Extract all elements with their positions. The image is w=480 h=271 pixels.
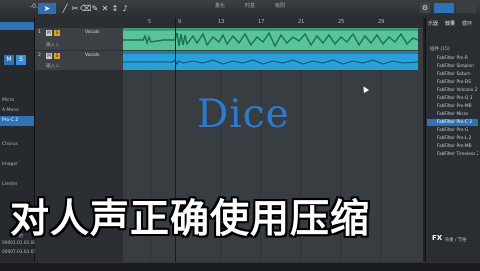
- bar-number: 29: [378, 19, 385, 25]
- browser-tab-instruments[interactable]: 乐器: [428, 20, 438, 27]
- track-number: 2: [38, 53, 41, 58]
- browse-button[interactable]: [456, 3, 476, 13]
- plugin-item[interactable]: FabFilter Pro-Q 3: [427, 95, 478, 102]
- plugin-item[interactable]: FabFilter Timeless 2: [427, 151, 478, 158]
- insert-slot-1[interactable]: Micro: [0, 96, 34, 106]
- video-caption: 对人声正确使用压缩: [10, 197, 371, 242]
- plugin-section-title[interactable]: 插件 (15): [430, 46, 450, 52]
- mute-button[interactable]: M: [46, 30, 52, 36]
- bar-number: 9: [178, 19, 182, 25]
- track-name[interactable]: Vocals: [85, 30, 99, 35]
- range-tool-icon[interactable]: ╱: [60, 3, 70, 14]
- insert-slot-3[interactable]: Pro-C 2: [0, 116, 34, 126]
- fx-sub-label: 效果 / 节拍: [445, 238, 467, 243]
- insert-slot-4[interactable]: Chorus: [0, 140, 34, 150]
- track-name[interactable]: Vocals: [85, 53, 99, 58]
- arrow-tool-icon[interactable]: ➤: [38, 3, 56, 14]
- plugin-item[interactable]: FabFilter Volcano 2: [427, 87, 478, 94]
- plugin-item-selected[interactable]: FabFilter Pro-C 2: [427, 119, 478, 126]
- track-number: 1: [38, 30, 41, 35]
- pencil-tool-icon[interactable]: ✎: [90, 3, 100, 14]
- browser-tab-loops[interactable]: 循环: [462, 20, 472, 27]
- insert-slot-5[interactable]: Imager: [0, 160, 34, 170]
- snap-label: 吸附: [275, 3, 286, 9]
- solo-button[interactable]: S: [54, 30, 60, 36]
- insert-slot-2[interactable]: A-Mono: [0, 106, 34, 116]
- plugin-item[interactable]: FabFilter Pro-G: [427, 127, 478, 134]
- waveform-1: [123, 28, 419, 48]
- bend-tool-icon[interactable]: ↕: [110, 3, 120, 14]
- track-input[interactable]: 输入 L: [46, 42, 59, 48]
- plugin-item[interactable]: FabFilter Pro-L 2: [427, 135, 478, 142]
- quantize-label: 量化: [215, 3, 226, 9]
- audio-clip-2[interactable]: [123, 51, 419, 70]
- mix-button[interactable]: [434, 3, 454, 13]
- plugin-item[interactable]: FabFilter Micro: [427, 111, 478, 118]
- settings-icon[interactable]: ⚙: [420, 3, 430, 13]
- solo-button[interactable]: S: [54, 53, 60, 59]
- plugin-item[interactable]: FabFilter Pro-MB: [427, 143, 478, 150]
- bar-number: 5: [148, 19, 152, 25]
- mute-tool-icon[interactable]: ✕: [100, 3, 110, 14]
- record-button[interactable]: S: [16, 55, 26, 65]
- bar-number: 13: [218, 19, 225, 25]
- bar-number: 17: [258, 19, 265, 25]
- listen-tool-icon[interactable]: ♪: [120, 3, 130, 14]
- bar-number: 21: [298, 19, 305, 25]
- timebase-label: 时基: [245, 3, 256, 9]
- plugin-item[interactable]: FabFilter Pro-MB: [427, 103, 478, 110]
- split-tool-icon[interactable]: ✂: [70, 3, 80, 14]
- mute-button[interactable]: M: [46, 53, 52, 59]
- plugin-item[interactable]: FabFilter Saturn: [427, 71, 478, 78]
- plugin-item[interactable]: FabFilter Pro-R: [427, 55, 478, 62]
- fx-label: FX: [432, 234, 443, 242]
- browser-tab-effects[interactable]: 效果: [445, 20, 455, 27]
- monitor-button[interactable]: M: [4, 55, 14, 65]
- track-input[interactable]: 输入 L: [46, 63, 59, 69]
- bar-number: 25: [338, 19, 345, 25]
- plugin-item[interactable]: FabFilter Pro-DS: [427, 79, 478, 86]
- eraser-tool-icon[interactable]: ⌫: [80, 3, 91, 14]
- plugin-item[interactable]: FabFilter Simplon: [427, 63, 478, 70]
- waveform-2: [123, 51, 419, 65]
- brand-watermark: Dice: [197, 92, 290, 137]
- end-position: 00007.03.03.65: [2, 250, 37, 255]
- inspector-track-header[interactable]: [0, 22, 34, 30]
- audio-clip-1[interactable]: [123, 28, 419, 50]
